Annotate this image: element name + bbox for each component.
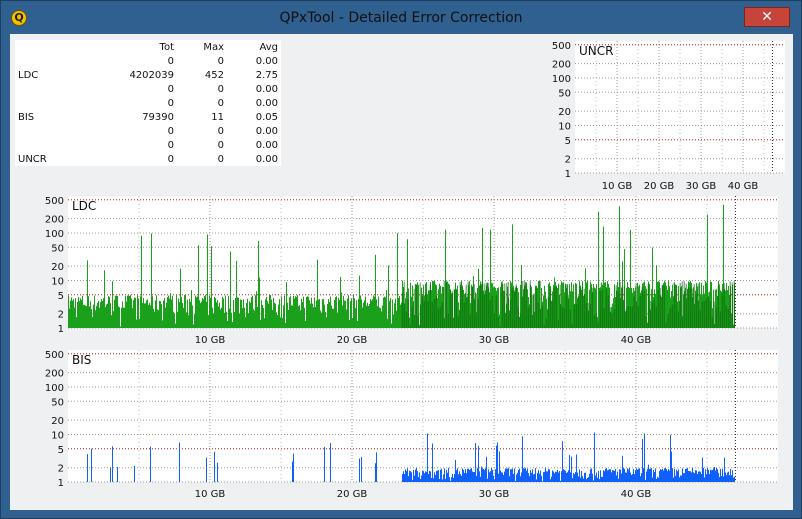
chart-title: UNCR <box>579 44 613 58</box>
x-tick-label: 10 GB <box>195 489 226 500</box>
row-max: 11 <box>211 111 224 123</box>
y-tick-label: 100 <box>45 229 64 240</box>
y-tick-label: 500 <box>45 350 64 361</box>
y-tick-label: 200 <box>45 369 64 380</box>
y-tick-label: 2 <box>58 464 64 475</box>
title-bar[interactable]: Q QPxTool - Detailed Error Correction ✕ <box>1 1 801 35</box>
row-label: BIS <box>18 111 35 123</box>
y-tick-label: 5 <box>58 291 64 302</box>
row-max: 452 <box>204 69 224 81</box>
row-max: 0 <box>217 139 224 151</box>
stats-table: Tot Max Avg 0 0 0.00 LDC 4202039 452 2.75 000… <box>15 40 281 166</box>
row-tot: 0 <box>167 83 174 95</box>
row-avg: 0.05 <box>255 111 278 123</box>
row-tot: 4202039 <box>129 69 174 81</box>
y-tick-label: 200 <box>45 215 64 226</box>
row-avg: 0.00 <box>255 97 278 109</box>
stats-header-row: Tot Max Avg <box>15 40 281 54</box>
y-tick-label: 200 <box>552 60 571 71</box>
header-avg: Avg <box>259 41 278 53</box>
y-tick-label: 20 <box>51 416 64 427</box>
stats-row: LDC 4202039 452 2.75 <box>15 68 281 82</box>
row-label: UNCR <box>18 153 47 165</box>
bis-chart: 1 2 5 10 20 50 100 200 500 10 GB 20 GB 30 GB 40 GB BI… <box>45 350 778 500</box>
stats-row: 0 0 0.00 <box>15 124 281 138</box>
row-label <box>15 124 71 138</box>
x-tick-label: 20 GB <box>337 489 368 500</box>
y-tick-label: 100 <box>552 74 571 85</box>
x-tick-label: 10 GB <box>602 181 633 192</box>
row-max: 0 <box>217 97 224 109</box>
row-avg: 0.00 <box>255 125 278 137</box>
row-avg: 0.00 <box>255 139 278 151</box>
row-tot: 0 <box>167 97 174 109</box>
header-max: Max <box>203 41 224 53</box>
x-tick-label: 40 GB <box>621 335 652 346</box>
row-avg: 0.00 <box>255 55 278 67</box>
y-tick-label: 5 <box>565 136 571 147</box>
stats-row: 0 0 0.00 <box>15 54 281 68</box>
x-tick-label: 30 GB <box>479 489 510 500</box>
row-max: 0 <box>217 153 224 165</box>
client-area: Tot Max Avg 0 0 0.00 LDC 4202039 452 2.75 000… <box>10 34 793 510</box>
stats-row: 0 0 0.00 <box>15 82 281 96</box>
header-tot: Tot <box>159 41 174 53</box>
row-tot: 0 <box>167 153 174 165</box>
row-avg: 0.00 <box>255 83 278 95</box>
y-tick-label: 100 <box>45 383 64 394</box>
row-tot: 79390 <box>142 111 174 123</box>
row-tot: 0 <box>167 55 174 67</box>
uncr-chart: 1 2 5 10 20 50 100 200 500 10 GB 20 GB 30 GB 40 GB UN… <box>552 41 785 192</box>
row-label <box>15 96 71 110</box>
y-tick-label: 500 <box>552 41 571 52</box>
x-tick-label: 40 GB <box>728 181 759 192</box>
y-tick-label: 20 <box>558 107 571 118</box>
y-tick-label: 500 <box>45 196 64 207</box>
row-label <box>15 138 71 152</box>
y-tick-label: 1 <box>565 169 571 180</box>
y-tick-label: 50 <box>558 88 571 99</box>
row-avg: 2.75 <box>255 69 278 81</box>
close-button[interactable]: ✕ <box>744 7 790 27</box>
y-tick-label: 10 <box>51 430 64 441</box>
chart-title: LDC <box>72 199 96 213</box>
y-tick-label: 1 <box>58 478 64 489</box>
x-tick-label: 30 GB <box>686 181 717 192</box>
x-tick-label: 40 GB <box>621 489 652 500</box>
row-label: LDC <box>18 69 39 81</box>
stats-row: UNCR 0 0 0.00 <box>15 152 281 166</box>
x-tick-label: 10 GB <box>195 335 226 346</box>
chart-title: BIS <box>72 353 91 367</box>
stats-row: BIS 79390 11 0.05 <box>15 110 281 124</box>
x-tick-label: 20 GB <box>644 181 675 192</box>
y-tick-label: 10 <box>51 276 64 287</box>
y-tick-label: 20 <box>51 262 64 273</box>
ldc-chart: 1 2 5 10 20 50 100 200 500 10 GB 20 GB 30 GB 40 GB LD… <box>45 196 778 346</box>
stats-row: 0 0 0.00 <box>15 96 281 110</box>
row-label <box>15 54 71 68</box>
y-tick-label: 50 <box>51 397 64 408</box>
y-tick-label: 1 <box>58 324 64 335</box>
y-tick-label: 2 <box>58 310 64 321</box>
row-avg: 0.00 <box>255 153 278 165</box>
x-tick-label: 20 GB <box>337 335 368 346</box>
qpxtool-window: Q QPxTool - Detailed Error Correction ✕ … <box>0 0 802 519</box>
x-tick-label: 30 GB <box>479 335 510 346</box>
y-tick-label: 5 <box>58 445 64 456</box>
row-tot: 0 <box>167 139 174 151</box>
row-max: 0 <box>217 125 224 137</box>
window-title: QPxTool - Detailed Error Correction <box>279 10 523 26</box>
row-max: 0 <box>217 55 224 67</box>
row-max: 0 <box>217 83 224 95</box>
row-tot: 0 <box>167 125 174 137</box>
y-tick-label: 10 <box>558 121 571 132</box>
y-tick-label: 2 <box>565 155 571 166</box>
row-label <box>15 82 71 96</box>
stats-row: 0 0 0.00 <box>15 138 281 152</box>
y-tick-label: 50 <box>51 243 64 254</box>
